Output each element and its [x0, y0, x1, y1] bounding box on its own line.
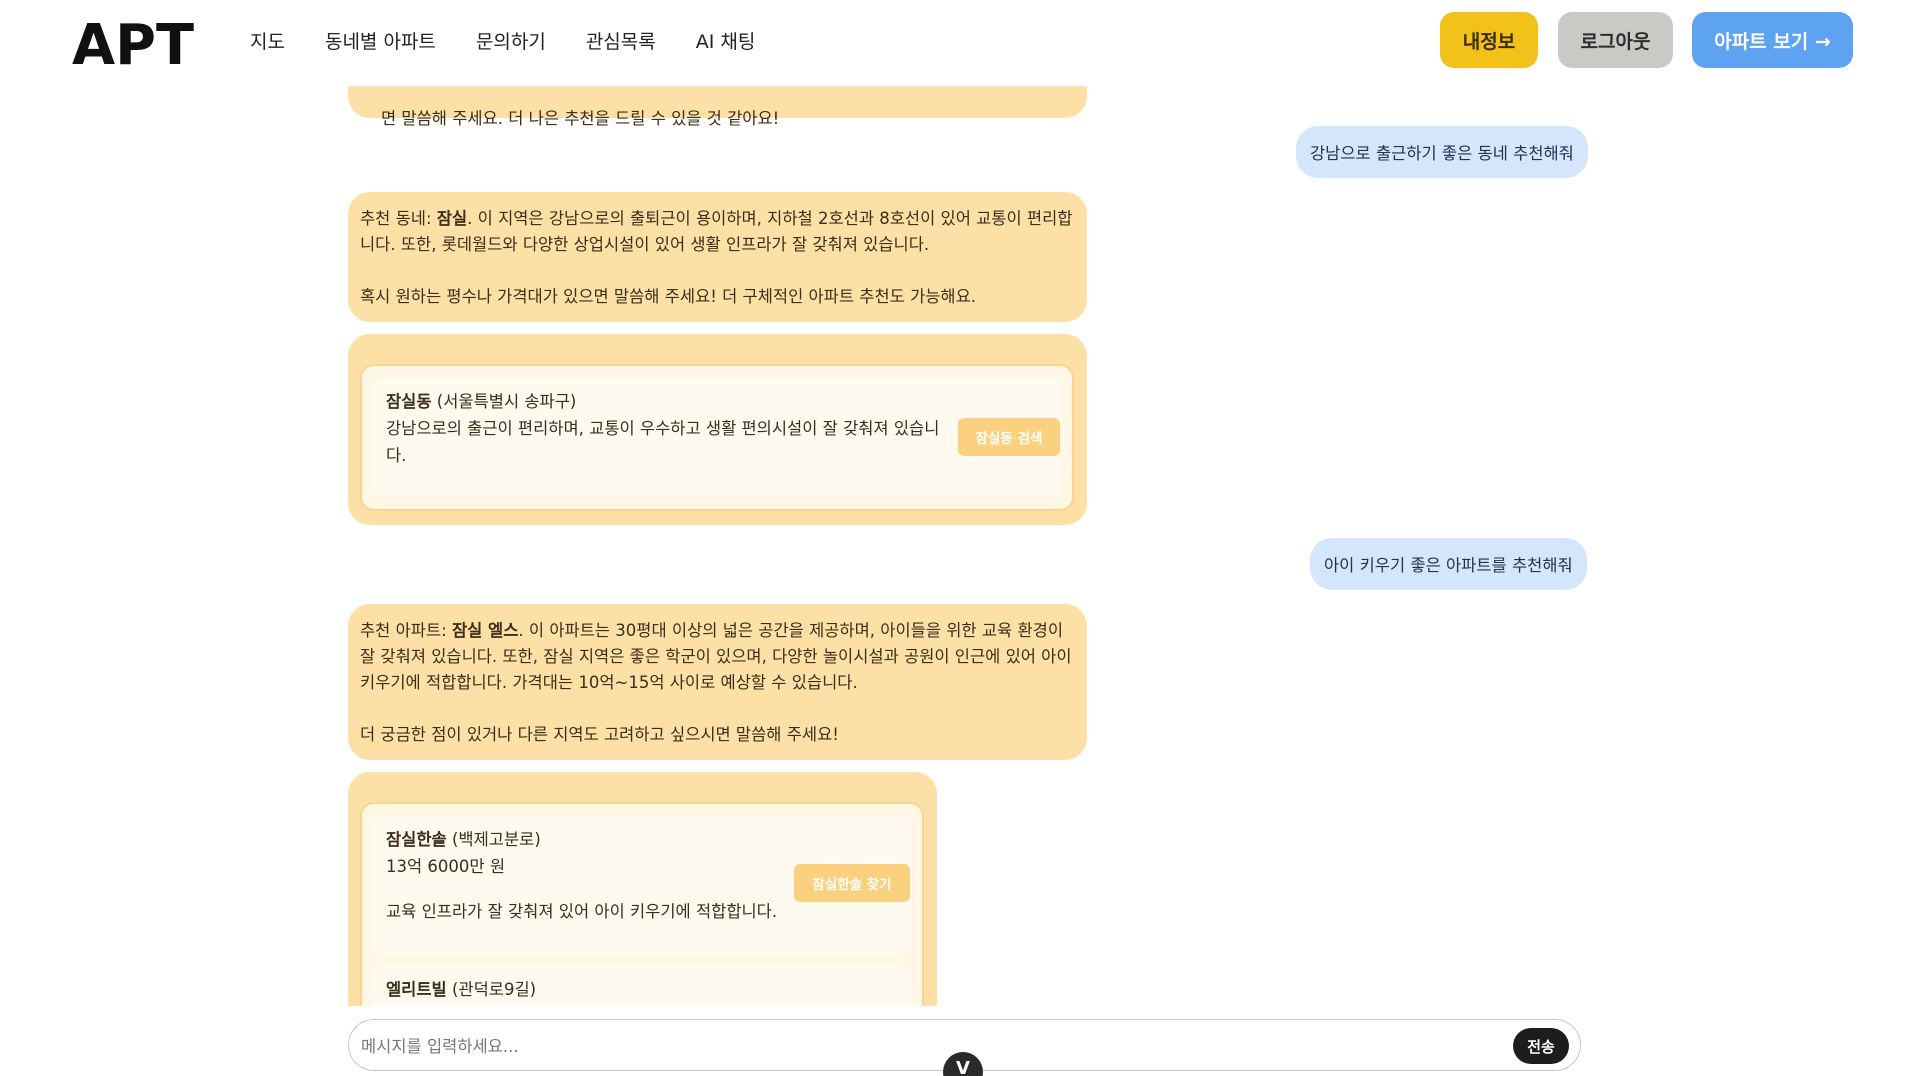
send-button[interactable]: 전송 — [1513, 1028, 1569, 1064]
ai-message-prefix: 추천 아파트: — [360, 621, 452, 640]
ai-message-prefix: 추천 동네: — [360, 209, 437, 228]
neighborhood-card: 잠실동 (서울특별시 송파구) 강남으로의 출근이 편리하며, 교통이 우수하고… — [360, 364, 1074, 511]
apartment-card-list: 잠실한솔 (백제고분로) 13억 6000만 원 교육 인프라가 잘 갖춰져 있… — [360, 802, 924, 1006]
apartment-name: 잠실한솔 — [386, 830, 447, 849]
apt-logo[interactable]: APT — [72, 10, 196, 76]
apartment-road: (백제고분로) — [446, 830, 541, 849]
find-apartment-button[interactable]: 잠실한솔 찾기 — [794, 864, 910, 902]
my-info-button[interactable]: 내정보 — [1440, 12, 1538, 68]
nav-favorites[interactable]: 관심목록 — [586, 27, 656, 54]
neighborhood-card-container: 잠실동 (서울특별시 송파구) 강남으로의 출근이 편리하며, 교통이 우수하고… — [348, 334, 1087, 525]
apartment-description: 교육 인프라가 잘 갖춰져 있어 아이 키우기에 적합합니다. — [386, 902, 778, 921]
main-nav: 지도 동네별 아파트 문의하기 관심목록 AI 채팅 — [250, 0, 755, 80]
apartment-road: (관덕로9길) — [446, 980, 537, 999]
ai-message: 추천 아파트: 잠실 엘스. 이 아파트는 30평대 이상의 넓은 공간을 제공… — [348, 604, 1087, 760]
user-message-text: 강남으로 출근하기 좋은 동네 추천해줘 — [1310, 144, 1574, 163]
logo-text: APT — [72, 13, 194, 76]
neighborhood-region: (서울특별시 송파구) — [431, 392, 577, 411]
user-message-text: 아이 키우기 좋은 아파트를 추천해줘 — [1324, 556, 1573, 575]
ai-message-text: 면 말씀해 주세요. 더 나은 추천을 드릴 수 있을 것 같아요! — [380, 109, 780, 128]
nav-ai-chat[interactable]: AI 채팅 — [696, 27, 756, 54]
apartment-info: 엘리트빌 (관덕로9길) — [386, 976, 796, 1003]
nav-map[interactable]: 지도 — [250, 27, 285, 54]
chevron-down-icon: V — [956, 1058, 970, 1076]
ai-message: 추천 동네: 잠실. 이 지역은 강남으로의 출퇴근이 용이하며, 지하철 2호… — [348, 192, 1087, 322]
apartment-price: 13억 6000만 원 — [386, 857, 506, 876]
ai-message: 면 말씀해 주세요. 더 나은 추천을 드릴 수 있을 것 같아요! — [348, 86, 1087, 128]
ai-message-highlight: 잠실 — [436, 209, 468, 228]
user-message: 강남으로 출근하기 좋은 동네 추천해줘 — [1296, 126, 1588, 178]
ai-message-body: . 이 지역은 강남으로의 출퇴근이 용이하며, 지하철 2호선과 8호선이 있… — [360, 209, 1073, 306]
top-header: APT 지도 동네별 아파트 문의하기 관심목록 AI 채팅 내정보 로그아웃 … — [0, 0, 1917, 86]
apartment-name: 엘리트빌 — [386, 980, 447, 999]
logout-button[interactable]: 로그아웃 — [1558, 12, 1673, 68]
user-message: 아이 키우기 좋은 아파트를 추천해줘 — [1310, 538, 1587, 590]
apartment-cards-container: 잠실한솔 (백제고분로) 13억 6000만 원 교육 인프라가 잘 갖춰져 있… — [348, 772, 937, 1006]
chat-messages[interactable]: 면 말씀해 주세요. 더 나은 추천을 드릴 수 있을 것 같아요! 강남으로 … — [0, 86, 1917, 1006]
view-apartments-button[interactable]: 아파트 보기 → — [1692, 12, 1853, 68]
message-input[interactable] — [361, 1030, 1501, 1062]
neighborhood-name: 잠실동 — [386, 392, 432, 411]
search-neighborhood-button[interactable]: 잠실동 검색 — [958, 418, 1060, 456]
neighborhood-info: 잠실동 (서울특별시 송파구) 강남으로의 출근이 편리하며, 교통이 우수하고… — [386, 388, 941, 469]
nav-inquiry[interactable]: 문의하기 — [476, 27, 546, 54]
ai-message-highlight: 잠실 엘스 — [451, 621, 519, 640]
neighborhood-description: 강남으로의 출근이 편리하며, 교통이 우수하고 생활 편의시설이 잘 갖춰져 … — [386, 419, 940, 465]
apartment-info: 잠실한솔 (백제고분로) 13억 6000만 원 교육 인프라가 잘 갖춰져 있… — [386, 826, 796, 925]
nav-apartments-by-neighborhood[interactable]: 동네별 아파트 — [325, 27, 436, 54]
